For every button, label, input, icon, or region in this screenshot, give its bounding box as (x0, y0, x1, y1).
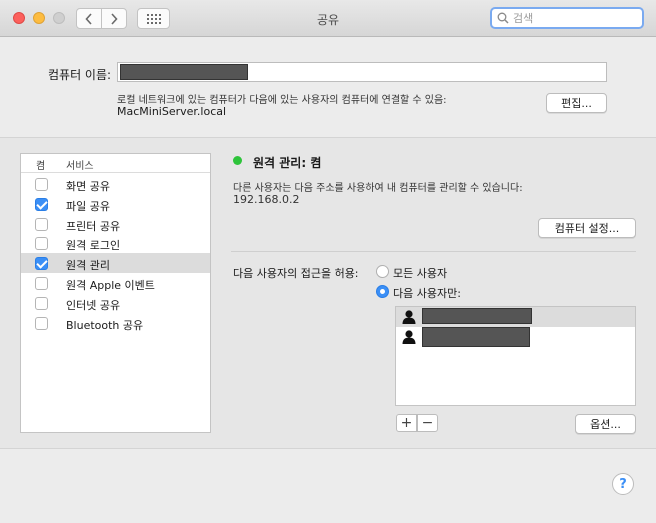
help-button[interactable]: ? (612, 473, 634, 495)
service-checkbox[interactable] (35, 257, 48, 271)
user-name-redacted (422, 327, 530, 347)
service-checkbox[interactable] (35, 277, 48, 290)
service-checkbox[interactable] (35, 237, 48, 251)
user-icon (402, 330, 416, 344)
only-these-users-radio[interactable] (376, 285, 389, 298)
only-these-users-label[interactable]: 다음 사용자만: (393, 285, 461, 301)
all-users-radio[interactable] (376, 265, 389, 278)
service-row[interactable] (21, 174, 210, 194)
options-button[interactable]: 옵션... (575, 414, 636, 434)
service-label: 원격 로그인 (66, 239, 121, 253)
user-name-redacted (422, 308, 532, 324)
service-checkbox[interactable] (35, 316, 48, 330)
service-label: 원격 관리 (66, 259, 110, 273)
computer-settings-button[interactable]: 컴퓨터 설정... (538, 218, 636, 238)
search-placeholder: 검색 (513, 12, 534, 25)
local-address: MacMiniServer.local (117, 105, 227, 118)
remove-user-button[interactable]: − (417, 414, 438, 432)
service-status: 원격 관리: 켬 (253, 156, 322, 170)
header-on: 켬 (36, 161, 46, 172)
user-icon (402, 310, 416, 324)
remote-management-info: 다른 사용자는 다음 주소를 사용하여 내 컴퓨터를 관리할 수 있습니다: (233, 183, 523, 194)
service-checkbox[interactable] (35, 217, 48, 231)
service-label: 원격 Apple 이벤트 (66, 279, 155, 292)
ip-address: 192.168.0.2 (233, 193, 300, 206)
search-field[interactable]: 검색 (490, 7, 644, 29)
computer-name-description: 로컬 네트워크에 있는 컴퓨터가 다음에 있는 사용자의 컴퓨터에 연결할 수 … (117, 95, 447, 106)
search-icon (497, 12, 509, 24)
computer-name-redacted (120, 64, 248, 80)
service-label: 인터넷 공유 (66, 298, 121, 312)
service-label: 화면 공유 (66, 180, 110, 193)
service-row[interactable] (21, 253, 210, 274)
edit-button[interactable]: 편집... (546, 93, 607, 113)
header-service: 서비스 (66, 161, 94, 172)
service-label: Bluetooth 공유 (66, 318, 144, 332)
computer-name-section (0, 37, 656, 138)
computer-name-label: 컴퓨터 이름: (48, 68, 112, 82)
allow-access-label: 다음 사용자의 접근을 허용: (233, 267, 359, 280)
service-row[interactable] (21, 194, 210, 214)
status-indicator-icon (233, 156, 242, 165)
service-label: 프린터 공유 (66, 219, 121, 233)
service-list-header (21, 154, 210, 173)
service-checkbox[interactable] (35, 296, 48, 310)
service-label: 파일 공유 (66, 199, 110, 213)
add-user-button[interactable]: + (396, 414, 417, 432)
all-users-label[interactable]: 모든 사용자 (393, 265, 447, 281)
bottom-bar (0, 448, 656, 523)
divider (231, 251, 636, 252)
service-checkbox[interactable] (35, 197, 48, 211)
service-checkbox[interactable] (35, 178, 48, 191)
